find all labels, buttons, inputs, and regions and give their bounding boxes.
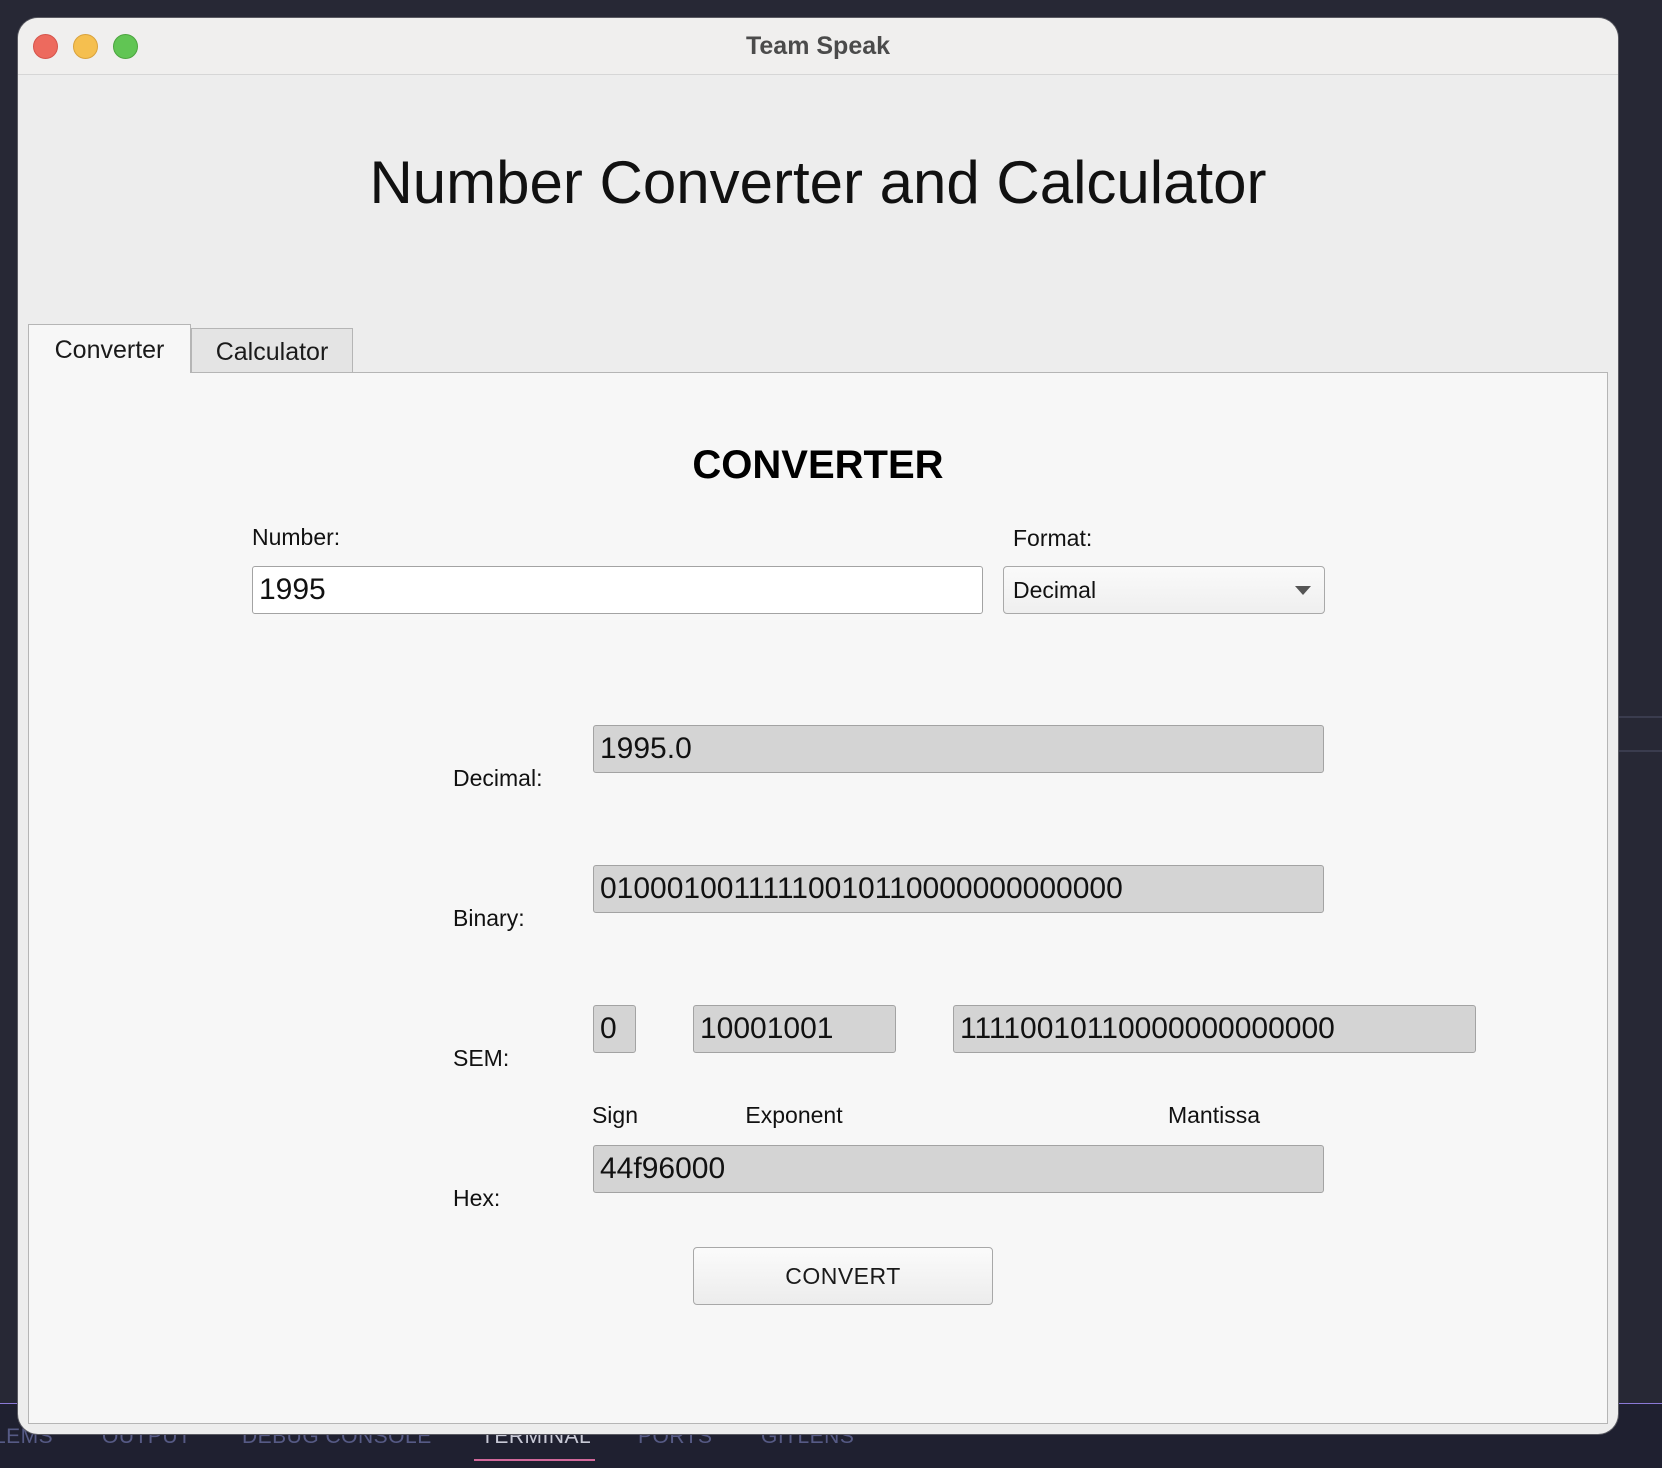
sem-label: SEM: [453, 1045, 510, 1071]
title-bar[interactable]: Team Speak [18, 18, 1618, 75]
exponent-label: Exponent [745, 1102, 843, 1128]
mantissa-label: Mantissa [1167, 1102, 1261, 1128]
converter-panel: CONVERTER Number: 1995 Format: Decimal D… [28, 372, 1608, 1424]
exponent-output[interactable]: 10001001 [693, 1005, 896, 1053]
sign-label: Sign [591, 1102, 639, 1128]
app-window: Team Speak Number Converter and Calculat… [18, 18, 1618, 1434]
binary-label: Binary: [453, 905, 525, 931]
number-input[interactable]: 1995 [252, 566, 983, 614]
tab-calculator[interactable]: Calculator [191, 328, 353, 373]
sign-output[interactable]: 0 [593, 1005, 636, 1053]
decimal-output[interactable]: 1995.0 [593, 725, 1324, 773]
ide-divider [1618, 750, 1662, 752]
converter-heading: CONVERTER [692, 443, 944, 487]
number-label: Number: [252, 524, 341, 550]
window-title: Team Speak [745, 32, 891, 60]
mantissa-output[interactable]: 11110010110000000000000 [953, 1005, 1476, 1053]
hex-label: Hex: [453, 1185, 501, 1211]
chevron-down-icon [1295, 586, 1311, 595]
format-selected-value: Decimal [1013, 577, 1097, 603]
app-title: Number Converter and Calculator [369, 149, 1267, 216]
binary-output[interactable]: 01000100111110010110000000000000 [593, 865, 1324, 913]
format-label: Format: [1013, 525, 1093, 551]
ide-divider [1618, 716, 1662, 718]
hex-output[interactable]: 44f96000 [593, 1145, 1324, 1193]
ide-active-tab-indicator [474, 1459, 595, 1461]
tab-converter[interactable]: Converter [28, 324, 191, 373]
convert-button[interactable]: CONVERT [693, 1247, 993, 1305]
format-select[interactable]: Decimal [1003, 566, 1325, 614]
decimal-label: Decimal: [453, 765, 543, 791]
